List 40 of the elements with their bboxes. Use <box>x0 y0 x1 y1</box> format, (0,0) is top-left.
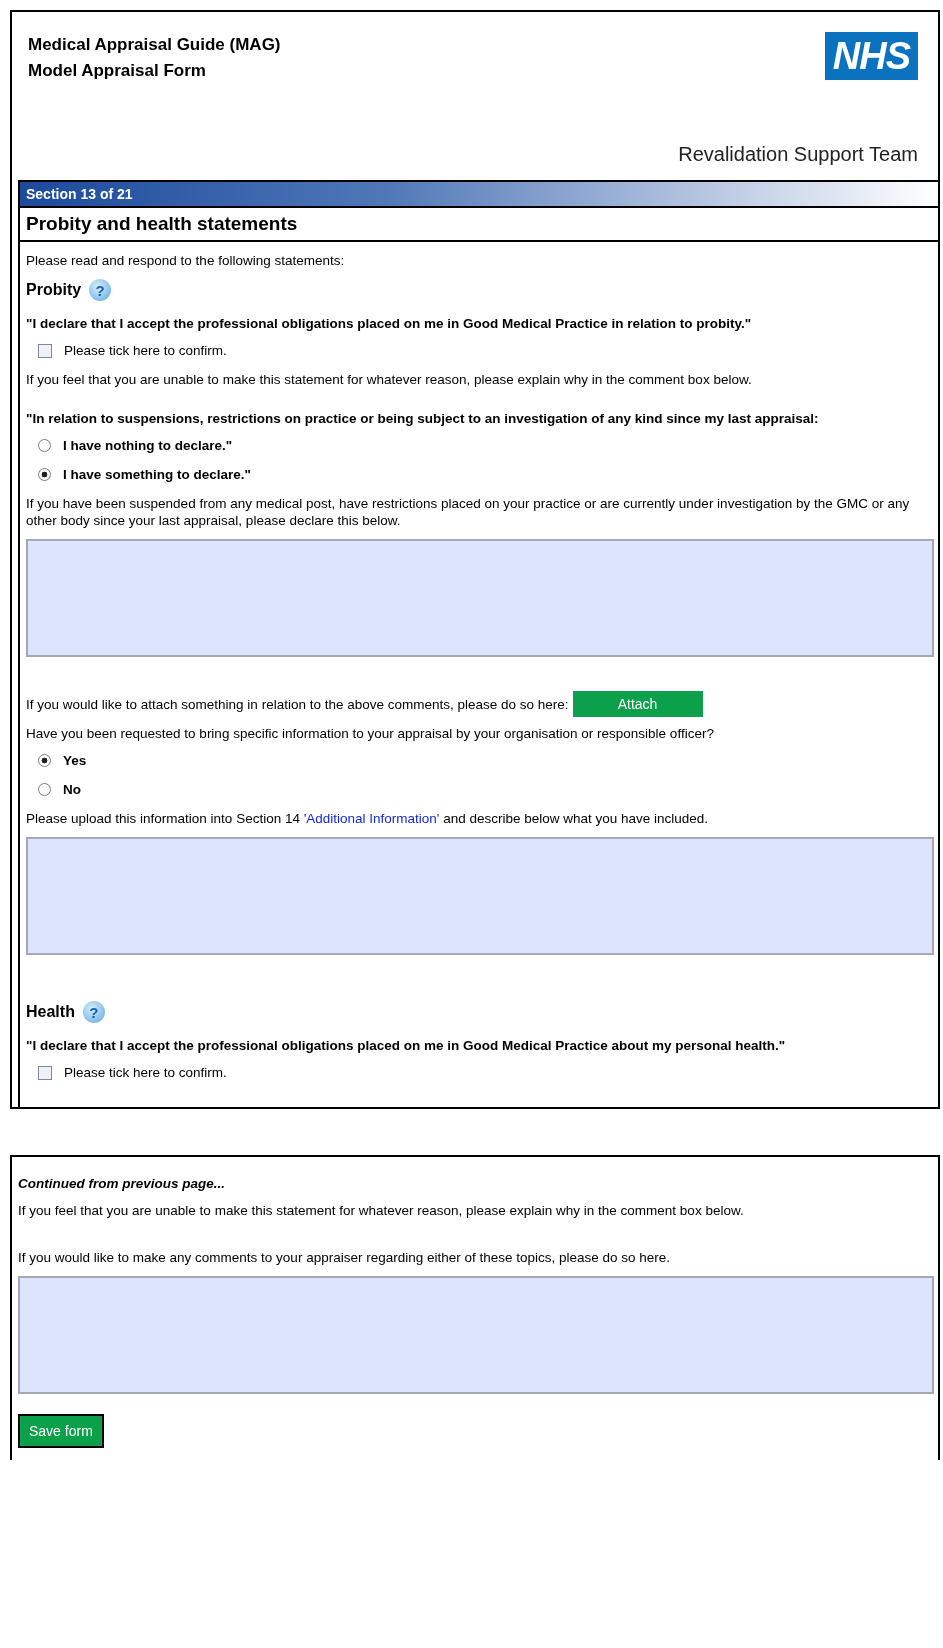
checkbox[interactable] <box>38 1065 52 1080</box>
comment-field[interactable] <box>18 1276 934 1394</box>
instruction-text: Please read and respond to the following statements: <box>26 252 346 269</box>
instruction-text: If you have been suspended from any medical post, have restrictions placed on your practice or are currently under investigation by the GMC or any other body since your last appraisal, please declare this below. <box>26 495 911 529</box>
radio-button[interactable] <box>38 783 51 796</box>
checkbox[interactable] <box>38 343 52 358</box>
attach-button[interactable]: Attach <box>572 691 703 717</box>
section-link[interactable]: 'Additional Information' <box>303 811 440 826</box>
instruction-text: If you would like to make any comments to your appraiser regarding either of these topics, please do so here. <box>18 1249 672 1266</box>
radio-label: I have something to declare." <box>63 466 251 483</box>
comment-field[interactable] <box>26 539 934 657</box>
instruction-text: If you feel that you are unable to make this statement for whatever reason, please explain why in the comment box below. <box>26 371 753 388</box>
continued-note: Continued from previous page... <box>18 1175 226 1192</box>
save-button[interactable]: Save form <box>18 1414 104 1448</box>
team-name: Revalidation Support Team <box>678 143 918 166</box>
section-title: Probity and health statements <box>26 213 298 234</box>
radio-button[interactable] <box>38 439 51 452</box>
help-icon[interactable]: ? <box>82 1001 105 1023</box>
question-text: Have you been requested to bring specific information to your appraisal by your organisation or responsible officer? <box>26 725 715 742</box>
section-label: Section 13 of 21 <box>26 186 133 202</box>
subheading: Probity <box>26 281 82 299</box>
logo: NHS <box>824 32 918 80</box>
document-title: Medical Appraisal Guide (MAG) <box>28 34 281 56</box>
statement-text: "In relation to suspensions, restrictions on practice or being subject to an investigation of any kind since my last appraisal: <box>26 410 820 427</box>
statement-text: "I declare that I accept the professional obligations placed on me in Good Medical Practice in relation to probity." <box>26 315 753 332</box>
instruction-text: If you would like to attach something in relation to the above comments, please do so here: <box>26 695 569 713</box>
radio-label: I have nothing to declare." <box>63 437 233 454</box>
subheading: Health <box>26 1003 75 1021</box>
instruction-text: If you feel that you are unable to make this statement for whatever reason, please explain why in the comment box below. <box>18 1202 745 1219</box>
radio-button[interactable] <box>38 754 51 767</box>
checkbox-label: Please tick here to confirm. <box>64 1064 227 1081</box>
help-icon[interactable]: ? <box>89 279 112 301</box>
statement-text: "I declare that I accept the professional obligations placed on me in Good Medical Practice about my personal health." <box>26 1037 787 1054</box>
comment-field[interactable] <box>26 837 934 955</box>
document-title: Model Appraisal Form <box>28 60 207 82</box>
radio-label: No <box>63 781 81 798</box>
checkbox-label: Please tick here to confirm. <box>64 342 227 359</box>
radio-button[interactable] <box>38 468 51 481</box>
instruction-text: Please upload this information into Section 14 'Additional Information' and describe below what you have included. <box>26 810 710 827</box>
radio-label: Yes <box>63 752 87 769</box>
